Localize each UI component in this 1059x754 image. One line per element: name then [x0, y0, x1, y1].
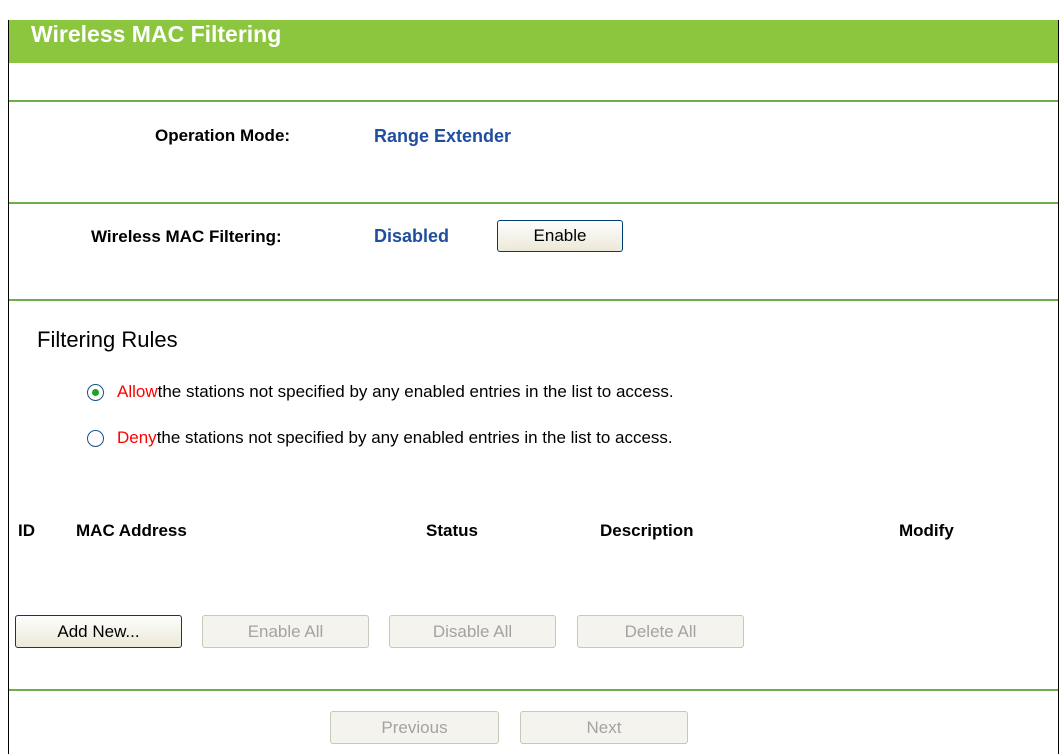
allow-rule-text: the stations not specified by any enable… [157, 382, 674, 401]
mac-filtering-label: Wireless MAC Filtering: [91, 227, 282, 246]
deny-radio[interactable] [87, 429, 104, 447]
enable-all-button[interactable]: Enable All [202, 615, 369, 648]
column-header-modify: Modify [899, 521, 954, 540]
deny-rule-text: the stations not specified by any enable… [156, 428, 673, 447]
allow-radio[interactable] [87, 383, 104, 401]
column-header-mac-address: MAC Address [76, 521, 187, 540]
mac-filtering-status: Disabled [374, 226, 450, 246]
page-title: Wireless MAC Filtering [8, 20, 1059, 63]
delete-all-button[interactable]: Delete All [577, 615, 744, 648]
add-new-button[interactable]: Add New... [15, 615, 182, 648]
disable-all-button[interactable]: Disable All [389, 615, 556, 648]
allow-rule-option[interactable]: Allow the stations not specified by any … [87, 382, 674, 402]
next-button[interactable]: Next [520, 711, 688, 744]
operation-mode-label: Operation Mode: [155, 126, 291, 145]
column-header-status: Status [426, 521, 478, 540]
column-header-id: ID [18, 521, 35, 540]
filtering-rules-title: Filtering Rules [37, 327, 178, 352]
divider [9, 202, 1058, 204]
enable-filtering-button[interactable]: Enable [497, 220, 623, 252]
divider [9, 100, 1058, 102]
divider [9, 299, 1058, 301]
divider [9, 689, 1058, 691]
previous-button[interactable]: Previous [330, 711, 499, 744]
deny-keyword: Deny [117, 428, 157, 447]
column-header-description: Description [600, 521, 694, 540]
deny-rule-option[interactable]: Deny the stations not specified by any e… [87, 428, 673, 448]
allow-keyword: Allow [117, 382, 158, 401]
operation-mode-value: Range Extender [374, 126, 512, 146]
